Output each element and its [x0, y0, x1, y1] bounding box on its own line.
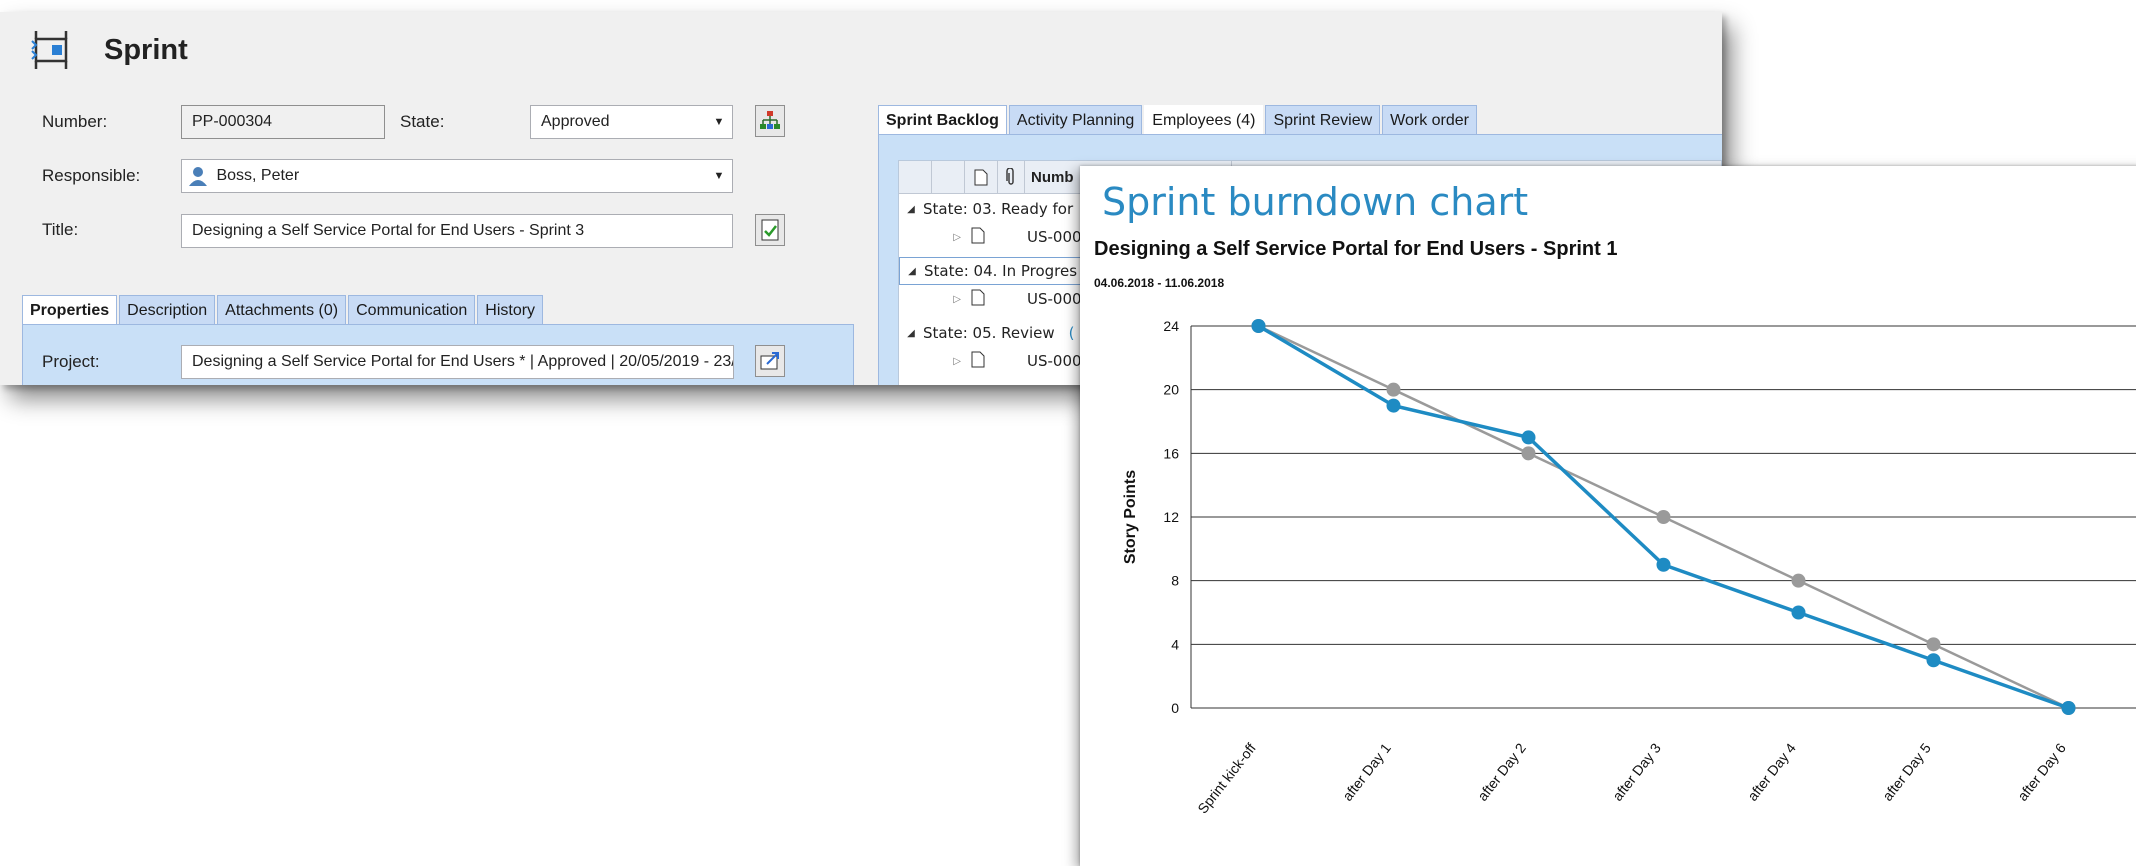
- chevron-down-icon[interactable]: ▼: [706, 160, 732, 192]
- tab-sprint-backlog[interactable]: Sprint Backlog: [878, 105, 1007, 135]
- x-tick-label: after Day 4: [1744, 740, 1799, 804]
- responsible-value: Boss, Peter: [216, 167, 300, 184]
- title-field[interactable]: Designing a Self Service Portal for End …: [181, 214, 733, 248]
- expand-icon[interactable]: ▷: [899, 356, 971, 367]
- tab-activity-planning[interactable]: Activity Planning: [1008, 105, 1143, 135]
- x-tick-label: after Day 2: [1474, 740, 1529, 804]
- document-icon[interactable]: [965, 161, 998, 193]
- y-axis-label: Story Points: [1122, 470, 1139, 564]
- data-point: [1656, 510, 1671, 524]
- x-tick-label: after Day 5: [1879, 740, 1934, 804]
- data-point: [1926, 653, 1941, 668]
- y-tick-label: 12: [1163, 509, 1179, 525]
- tab-work-order[interactable]: Work order: [1382, 105, 1477, 135]
- tab-properties[interactable]: Properties: [22, 295, 118, 325]
- x-tick-label: Sprint kick-off: [1194, 740, 1259, 817]
- page-title: Sprint: [104, 33, 188, 66]
- tab-employees[interactable]: Employees (4): [1144, 105, 1264, 135]
- responsible-label: Responsible:: [42, 166, 141, 185]
- collapse-icon[interactable]: ◢: [900, 266, 924, 277]
- x-tick-label: after Day 6: [2014, 740, 2069, 804]
- title-label: Title:: [42, 220, 79, 239]
- collapse-icon[interactable]: ◢: [899, 204, 923, 215]
- state-label: State:: [400, 112, 445, 131]
- paperclip-icon[interactable]: [998, 161, 1025, 193]
- collapse-icon[interactable]: ◢: [899, 328, 923, 339]
- y-tick-label: 24: [1163, 318, 1179, 334]
- data-point: [1791, 573, 1806, 588]
- expand-icon[interactable]: ▷: [899, 232, 971, 243]
- state-dropdown[interactable]: Approved ▼: [530, 105, 733, 139]
- data-point: [1521, 446, 1536, 461]
- open-link-icon: [760, 352, 779, 370]
- data-point: [1791, 605, 1806, 620]
- tab-attachments[interactable]: Attachments (0): [217, 295, 347, 325]
- chevron-down-icon[interactable]: ▼: [706, 106, 732, 138]
- number-label: Number:: [42, 112, 108, 131]
- expand-icon[interactable]: ▷: [899, 294, 971, 305]
- tab-sprint-review[interactable]: Sprint Review: [1265, 105, 1381, 135]
- project-label: Project:: [42, 352, 100, 371]
- y-tick-label: 4: [1171, 636, 1179, 652]
- data-point: [1386, 382, 1401, 397]
- data-point: [2061, 701, 2076, 715]
- x-tick-label: after Day 1: [1339, 740, 1394, 804]
- data-point: [1251, 319, 1266, 333]
- project-field[interactable]: Designing a Self Service Portal for End …: [181, 345, 734, 379]
- document-icon: [971, 227, 1027, 248]
- data-point: [1521, 430, 1536, 445]
- y-tick-label: 16: [1163, 445, 1179, 461]
- state-value: Approved: [541, 113, 610, 130]
- y-tick-label: 0: [1171, 700, 1179, 716]
- burndown-chart-window: Sprint burndown chart Designing a Self S…: [1080, 166, 2136, 866]
- tab-description[interactable]: Description: [119, 295, 216, 325]
- form-header: Sprint: [28, 28, 188, 72]
- document-check-icon: [761, 219, 779, 241]
- responsible-dropdown[interactable]: Boss, Peter ▼: [181, 159, 733, 193]
- right-tab-bar: Sprint Backlog Activity Planning Employe…: [878, 105, 1479, 135]
- document-icon: [971, 351, 1027, 372]
- tab-communication[interactable]: Communication: [348, 295, 476, 325]
- workflow-button[interactable]: [755, 105, 785, 137]
- data-point: [1656, 557, 1671, 572]
- x-tick-label: after Day 3: [1609, 740, 1664, 804]
- person-icon: [188, 165, 208, 187]
- y-tick-label: 20: [1163, 382, 1179, 398]
- tab-history[interactable]: History: [477, 295, 544, 325]
- open-project-button[interactable]: [755, 345, 785, 377]
- data-point: [1926, 637, 1941, 652]
- sprint-icon: [31, 31, 68, 69]
- y-tick-label: 8: [1171, 573, 1179, 589]
- number-field[interactable]: PP-000304: [181, 105, 385, 139]
- spellcheck-button[interactable]: [755, 214, 785, 246]
- left-tab-bar: Properties Description Attachments (0) C…: [22, 295, 545, 325]
- document-icon: [971, 289, 1027, 310]
- burndown-chart: 0 4 8 12 16 20 24 Story Points Sprint kick-off af…: [1122, 318, 2136, 817]
- data-point: [1386, 398, 1401, 413]
- org-chart-icon: [760, 111, 780, 129]
